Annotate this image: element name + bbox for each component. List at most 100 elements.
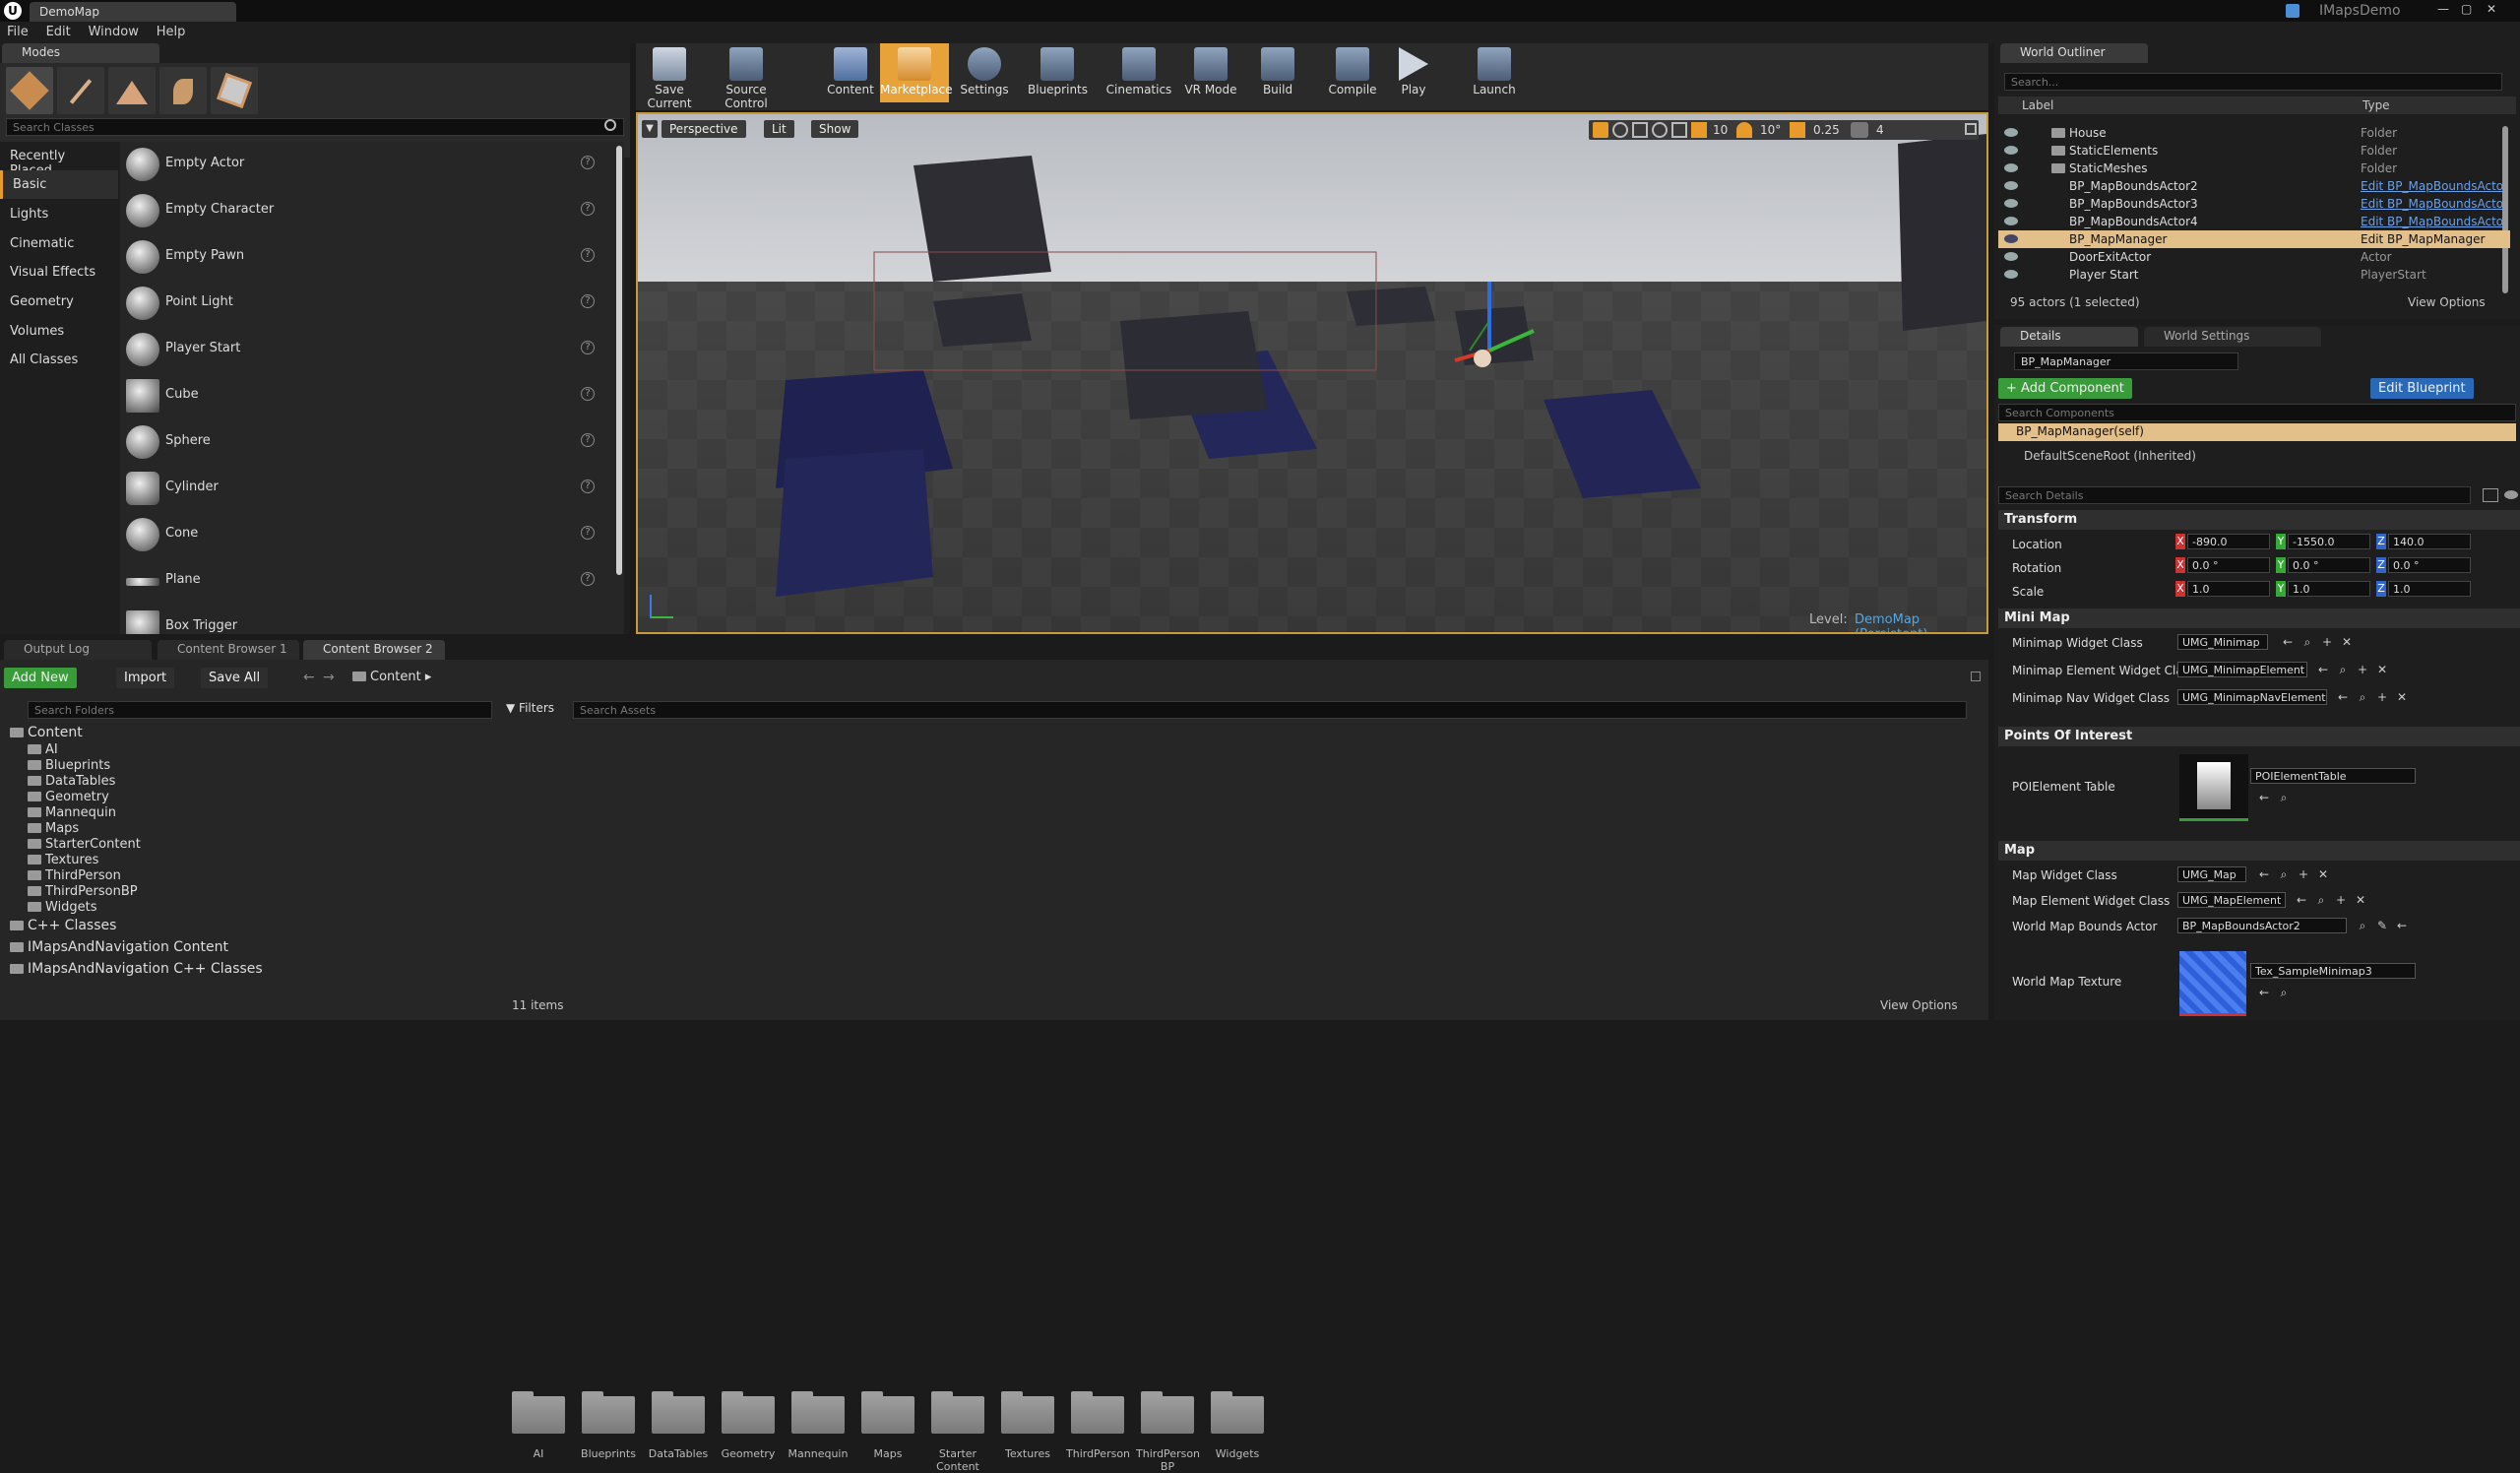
add-icon[interactable]: + bbox=[2321, 636, 2333, 648]
eye-icon[interactable] bbox=[2004, 163, 2018, 172]
outliner-search-input[interactable]: Search... bbox=[2004, 73, 2502, 91]
vr-mode-button[interactable]: VR Mode bbox=[1181, 43, 1240, 102]
minimap-nav-class-dropdown[interactable]: UMG_MinimapNavElement bbox=[2177, 689, 2327, 705]
grid-view-icon[interactable] bbox=[2483, 488, 2498, 502]
rotation-label[interactable]: Rotation bbox=[2012, 561, 2061, 575]
eye-icon[interactable] bbox=[2004, 199, 2018, 208]
forward-arrow-icon[interactable]: → bbox=[323, 670, 335, 685]
outliner-row-player-start[interactable]: Player Start PlayerStart bbox=[1998, 266, 2510, 284]
clear-icon[interactable]: ✕ bbox=[2341, 636, 2353, 648]
search-classes-input[interactable]: Search Classes bbox=[6, 118, 624, 136]
build-button[interactable]: Build bbox=[1248, 43, 1307, 102]
search-folders-input[interactable]: Search Folders bbox=[28, 701, 492, 719]
launch-button[interactable]: Launch bbox=[1465, 43, 1524, 102]
edit-blueprint-link[interactable]: Edit BP_MapBoundsActo bbox=[2361, 215, 2503, 228]
document-tab[interactable]: DemoMap bbox=[30, 2, 236, 22]
asset-folder-geometry[interactable]: Geometry bbox=[717, 1390, 780, 1460]
category-volumes[interactable]: Volumes bbox=[0, 317, 118, 346]
search-icon[interactable]: ⌕ bbox=[2337, 664, 2349, 675]
source-control-button[interactable]: Source Control bbox=[707, 43, 786, 110]
marketplace-button[interactable]: Marketplace bbox=[880, 43, 953, 102]
view-options-button[interactable]: View Options bbox=[2408, 295, 2486, 309]
category-recently-placed[interactable]: Recently Placed bbox=[0, 142, 118, 178]
asset-folder-thirdperson-bp[interactable]: ThirdPerson BP bbox=[1136, 1390, 1200, 1473]
rotate-tool-icon[interactable] bbox=[1612, 122, 1628, 138]
help-icon[interactable]: ? bbox=[581, 526, 595, 540]
menu-file[interactable]: File bbox=[0, 22, 35, 42]
geometry-mode-button[interactable] bbox=[211, 67, 258, 114]
menu-edit[interactable]: Edit bbox=[39, 22, 78, 42]
add-icon[interactable]: + bbox=[2376, 691, 2388, 703]
path-root[interactable]: Content ▸ bbox=[352, 670, 431, 684]
map-texture-dropdown[interactable]: Tex_SampleMinimap3 bbox=[2250, 963, 2416, 979]
asset-folder-blueprints[interactable]: Blueprints bbox=[577, 1390, 640, 1460]
level-viewport[interactable]: ▼ Perspective Lit Show 10 10° 0.25 4 Lev… bbox=[636, 112, 1988, 634]
eye-icon[interactable] bbox=[2004, 252, 2018, 261]
place-mode-button[interactable] bbox=[6, 67, 53, 114]
search-icon[interactable]: ⌕ bbox=[2278, 987, 2290, 998]
map-widget-class-dropdown[interactable]: UMG_Map bbox=[2177, 866, 2246, 882]
eye-icon[interactable] bbox=[2004, 181, 2018, 190]
rotation-x[interactable]: 0.0 ° bbox=[2187, 557, 2270, 573]
actor-name-field[interactable]: BP_MapManager bbox=[2014, 352, 2238, 370]
location-y[interactable]: -1550.0 bbox=[2288, 534, 2370, 549]
scale-tool-icon[interactable] bbox=[1632, 122, 1648, 138]
maximize-viewport-icon[interactable] bbox=[1965, 123, 1977, 135]
search-details-input[interactable]: Search Details bbox=[1998, 486, 2471, 504]
grid-snap-value[interactable]: 10 bbox=[1713, 123, 1728, 137]
location-z[interactable]: 140.0 bbox=[2388, 534, 2471, 549]
menu-window[interactable]: Window bbox=[82, 22, 146, 42]
settings-button[interactable]: Settings bbox=[955, 43, 1014, 102]
map-bounds-actor-dropdown[interactable]: BP_MapBoundsActor2 bbox=[2177, 918, 2347, 933]
show-button[interactable]: Show bbox=[811, 120, 859, 138]
eye-icon[interactable] bbox=[2004, 146, 2018, 155]
scale-z[interactable]: 1.0 bbox=[2388, 581, 2471, 597]
landscape-mode-button[interactable] bbox=[108, 67, 156, 114]
list-item[interactable]: Cube? bbox=[120, 373, 606, 418]
add-icon[interactable]: + bbox=[2298, 868, 2309, 880]
list-item[interactable]: Sphere? bbox=[120, 419, 606, 465]
tab-world-outliner[interactable]: World Outliner bbox=[2000, 43, 2148, 63]
list-item[interactable]: Player Start? bbox=[120, 327, 606, 372]
add-component-button[interactable]: + Add Component bbox=[1998, 378, 2132, 399]
list-item[interactable]: Box Trigger bbox=[120, 605, 606, 634]
map-element-class-dropdown[interactable]: UMG_MapElement bbox=[2177, 892, 2286, 908]
list-item[interactable]: Cylinder? bbox=[120, 466, 606, 511]
category-basic[interactable]: Basic bbox=[0, 170, 118, 199]
search-assets-input[interactable]: Search Assets bbox=[573, 701, 1967, 719]
search-icon[interactable]: ⌕ bbox=[2315, 894, 2327, 906]
tree-item-widgets[interactable]: Widgets bbox=[28, 900, 97, 915]
clear-icon[interactable]: ✕ bbox=[2317, 868, 2329, 880]
category-all-classes[interactable]: All Classes bbox=[0, 346, 118, 374]
search-components-input[interactable]: Search Components bbox=[1998, 404, 2516, 421]
search-icon[interactable]: ⌕ bbox=[2278, 868, 2290, 880]
camera-speed-value[interactable]: 4 bbox=[1876, 123, 1884, 137]
outliner-row-doorexitactor[interactable]: DoorExitActor Actor bbox=[1998, 248, 2510, 266]
list-item[interactable]: Cone? bbox=[120, 512, 606, 557]
browse-icon[interactable]: ← bbox=[2296, 894, 2307, 906]
grid-snap-icon[interactable] bbox=[1691, 122, 1707, 138]
tree-item-thirdperson[interactable]: ThirdPerson bbox=[28, 868, 121, 883]
help-icon[interactable]: ? bbox=[581, 572, 595, 586]
help-icon[interactable]: ? bbox=[581, 202, 595, 216]
tree-item-ai[interactable]: AI bbox=[28, 742, 58, 757]
help-icon[interactable]: ? bbox=[581, 341, 595, 354]
minimap-widget-class-dropdown[interactable]: UMG_Minimap bbox=[2177, 634, 2268, 650]
outliner-row-house[interactable]: House Folder bbox=[1998, 124, 2510, 142]
outliner-row-bp-mapboundsactor2[interactable]: BP_MapBoundsActor2 Edit BP_MapBoundsActo bbox=[1998, 177, 2510, 195]
category-cinematic[interactable]: Cinematic bbox=[0, 229, 118, 258]
lock-icon[interactable] bbox=[1971, 672, 1981, 681]
browse-icon[interactable]: ← bbox=[2337, 691, 2349, 703]
help-icon[interactable]: ? bbox=[581, 480, 595, 493]
back-arrow-icon[interactable]: ← bbox=[303, 670, 315, 685]
help-icon[interactable]: ? bbox=[581, 156, 595, 169]
maximize-button[interactable]: ▢ bbox=[2461, 2, 2472, 16]
eye-icon[interactable] bbox=[2004, 234, 2018, 243]
type-column-header[interactable]: Type bbox=[2362, 98, 2390, 112]
browse-icon[interactable]: ← bbox=[2396, 920, 2408, 931]
scale-label[interactable]: Scale bbox=[2012, 585, 2044, 599]
texture-thumbnail[interactable] bbox=[2179, 951, 2246, 1016]
world-local-icon[interactable] bbox=[1652, 122, 1668, 138]
compile-button[interactable]: Compile bbox=[1323, 43, 1382, 102]
help-icon[interactable]: ? bbox=[581, 294, 595, 308]
